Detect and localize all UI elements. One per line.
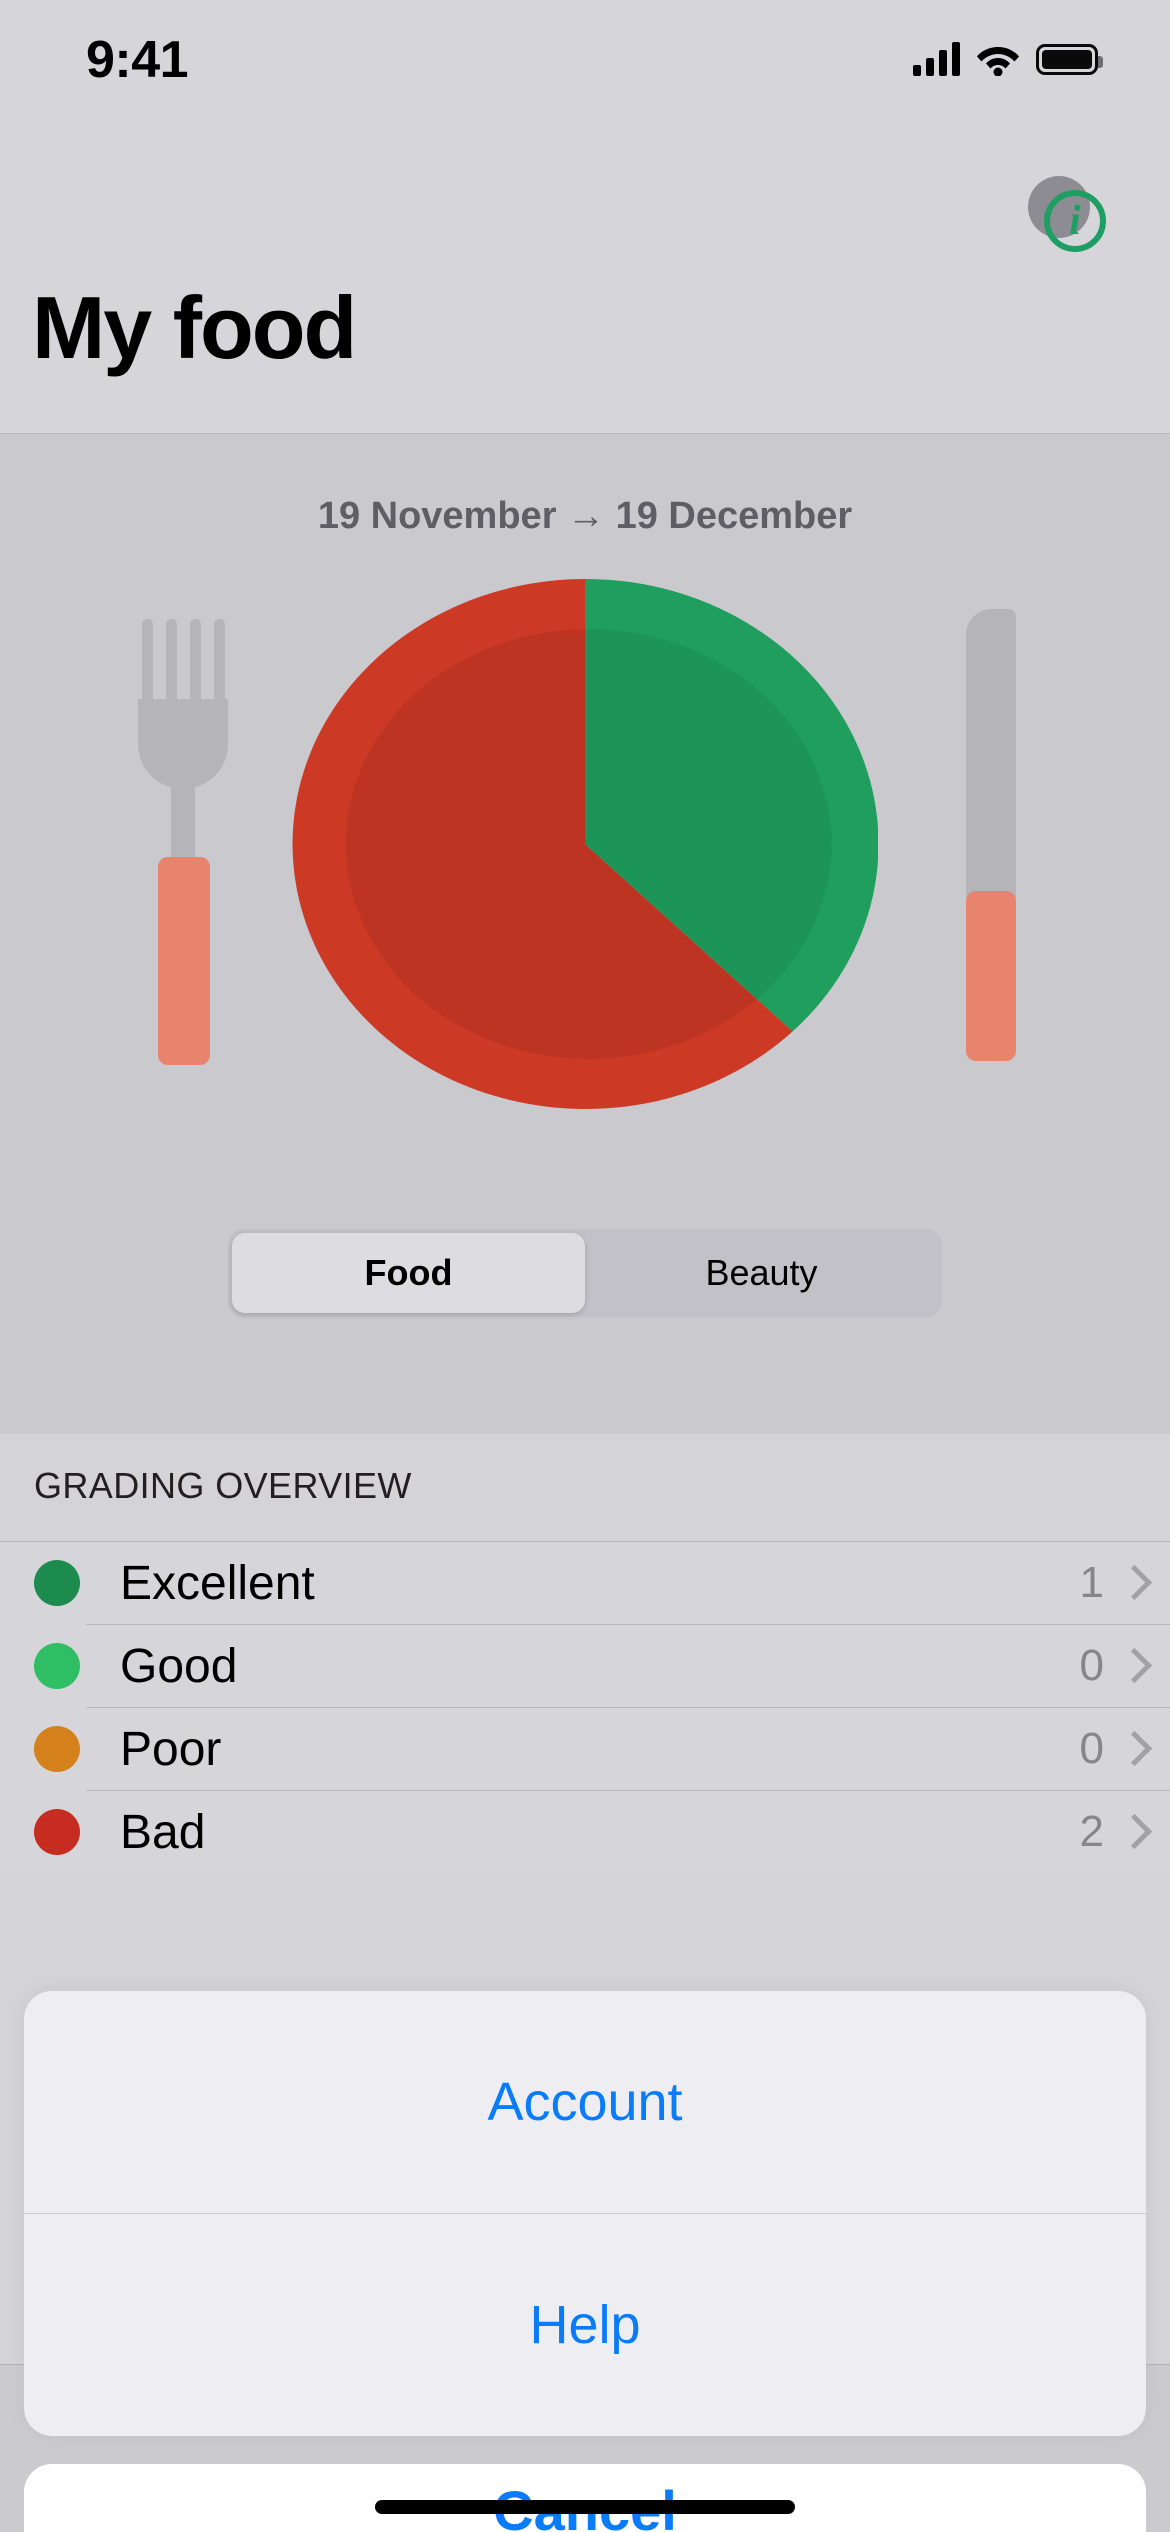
grades-pie-chart[interactable] [292,579,878,1109]
table-row[interactable]: Excellent 1 [0,1542,1170,1624]
fork-icon [138,619,228,1065]
date-range-label[interactable]: 19 November → 19 December [0,495,1170,538]
action-sheet: Account Help [24,1991,1146,2436]
chart-panel: 19 November → 19 December Food Beauty [0,434,1170,1434]
grade-color-dot [34,1809,80,1855]
grade-label: Good [120,1639,238,1693]
info-button[interactable]: i [1028,176,1108,256]
grade-count: 1 [1079,1558,1104,1607]
category-segmented-control[interactable]: Food Beauty [228,1229,942,1317]
cancel-button[interactable]: Cancel [24,2464,1146,2532]
table-row[interactable]: Poor 0 [0,1708,1170,1790]
status-bar-time: 9:41 [86,31,189,89]
status-bar-indicators [913,36,1103,82]
status-bar: 9:41 [0,0,1170,132]
cellular-signal-icon [913,42,960,76]
chevron-right-icon [1120,1564,1142,1602]
grade-count: 0 [1079,1724,1104,1773]
grade-count: 2 [1079,1807,1104,1856]
phone-screen: 9:41 i My food 19 November → 19 December… [0,0,1170,2532]
chevron-right-icon [1120,1813,1142,1851]
chevron-right-icon [1120,1730,1142,1768]
grading-section-title: GRADING OVERVIEW [34,1465,412,1506]
pie-svg [292,579,878,1109]
segment-food[interactable]: Food [232,1233,585,1313]
table-row[interactable]: Bad 2 [0,1791,1170,1873]
grade-color-dot [34,1560,80,1606]
grade-label: Bad [120,1805,206,1859]
grading-list: Excellent 1 Good 0 Poor 0 Bad 2 [0,1541,1170,1873]
account-button[interactable]: Account [24,1991,1146,2213]
grade-label: Excellent [120,1556,315,1610]
battery-full-icon [1036,43,1103,75]
home-indicator [375,2500,795,2514]
page-title: My food [32,278,357,377]
grade-count: 0 [1079,1641,1104,1690]
plate-illustration [0,569,1170,1109]
chevron-right-icon [1120,1647,1142,1685]
grade-color-dot [34,1643,80,1689]
grade-color-dot [34,1726,80,1772]
info-letter: i [1069,198,1081,244]
table-row[interactable]: Good 0 [0,1625,1170,1707]
knife-icon [958,609,1028,1061]
help-button[interactable]: Help [24,2214,1146,2436]
navigation-header: i My food [0,132,1170,434]
segment-beauty[interactable]: Beauty [585,1233,938,1313]
grade-label: Poor [120,1722,222,1776]
wifi-icon [976,42,1020,76]
